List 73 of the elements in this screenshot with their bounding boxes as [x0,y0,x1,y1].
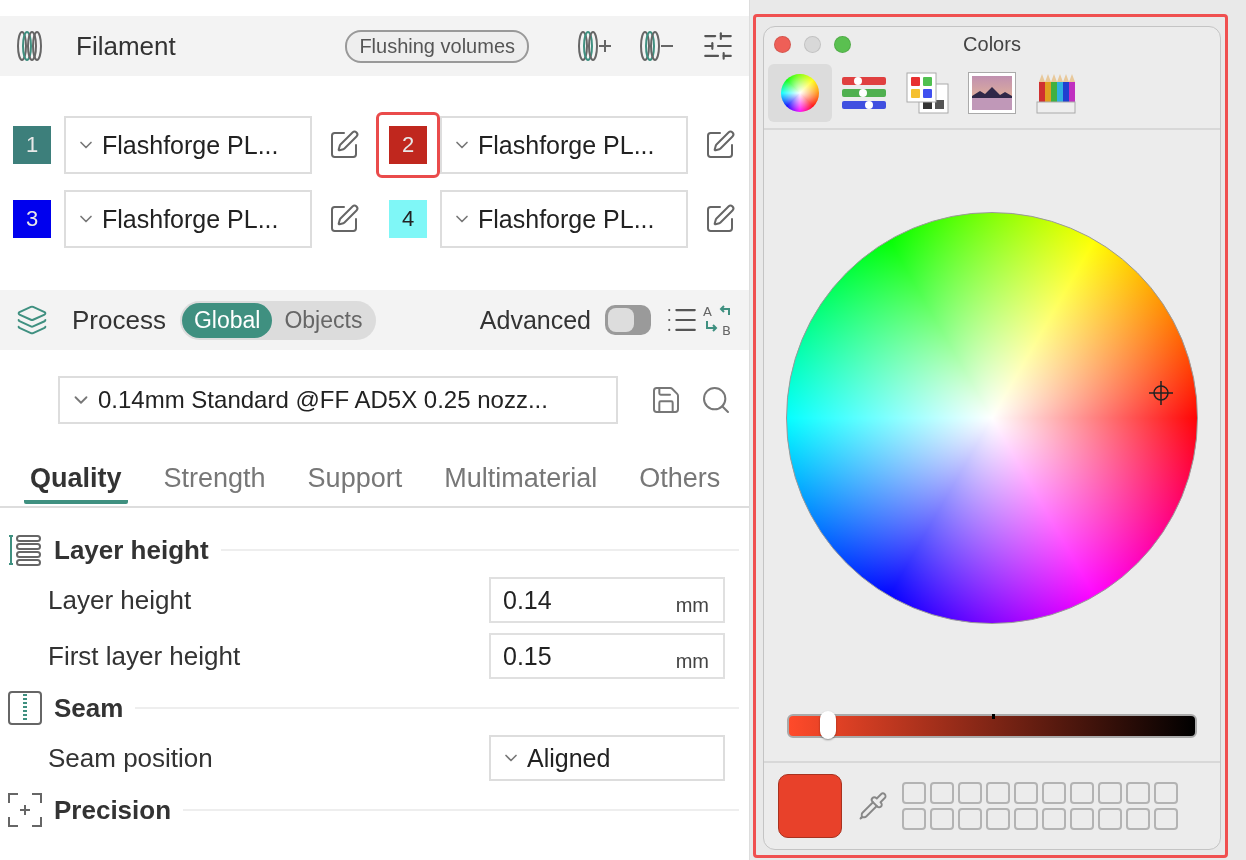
advanced-label: Advanced [479,305,591,335]
group-heading: Layer height [54,534,209,566]
filament-dropdown[interactable]: Flashforge PL... [440,190,688,248]
number-field[interactable]: 0.14 mm [489,577,725,623]
empty-swatch[interactable] [958,782,982,804]
empty-swatch[interactable] [1014,782,1038,804]
section-title: Process [72,304,166,336]
group-heading: Precision [54,794,172,826]
eyedropper-icon[interactable] [858,791,888,821]
filament-color-badge[interactable]: 3 [13,200,51,238]
empty-swatch[interactable] [1126,782,1150,804]
slider-thumb[interactable] [819,711,836,739]
precision-icon [8,793,42,827]
option-label: Seam position [48,742,213,774]
crosshair-icon [1149,381,1173,405]
settings-icon[interactable] [701,29,735,63]
empty-swatch[interactable] [902,782,926,804]
filament-dropdown[interactable]: Flashforge PL... [64,116,312,174]
option-label: Layer height [48,584,192,616]
pencils-icon [1036,72,1076,114]
remove-spool-icon[interactable] [639,30,675,62]
landscape-image-icon [968,72,1016,114]
search-icon[interactable] [700,384,732,416]
window-title: Colors [963,32,1021,56]
empty-swatch[interactable] [1098,782,1122,804]
current-color-swatch[interactable] [778,774,842,838]
filament-dropdown[interactable]: Flashforge PL... [440,116,688,174]
scope-option[interactable]: Objects [272,302,375,338]
empty-swatch[interactable] [930,782,954,804]
section-title: Filament [76,30,176,62]
empty-swatch[interactable] [1070,782,1094,804]
filament-color-badge[interactable]: 1 [13,126,51,164]
filament-color-badge[interactable]: 2 [389,126,427,164]
scope-option[interactable]: Global [181,302,273,338]
add-spool-icon[interactable] [577,30,613,62]
save-icon[interactable] [650,384,682,416]
empty-swatch[interactable] [1154,782,1178,804]
minimize-button[interactable] [804,36,821,53]
seam-icon [8,691,42,725]
filament-dropdown[interactable]: Flashforge PL... [64,190,312,248]
settings-tab[interactable]: Multimaterial [438,456,604,504]
sliders-icon [841,74,887,112]
option-label: First layer height [48,640,241,672]
empty-swatch[interactable] [1070,808,1094,830]
empty-swatch[interactable] [930,808,954,830]
option-dropdown[interactable]: Aligned [489,735,725,781]
settings-tab[interactable]: Support [301,456,409,504]
settings-tab[interactable]: Quality [24,456,128,504]
empty-swatch[interactable] [1154,808,1178,830]
zoom-button[interactable] [834,36,851,53]
empty-swatch[interactable] [1098,808,1122,830]
group-heading: Seam [54,692,124,724]
layer-stack-icon [8,533,42,567]
empty-swatch[interactable] [986,808,1010,830]
advanced-switch[interactable] [605,305,651,335]
settings-tab[interactable]: Others [633,456,727,504]
number-field[interactable]: 0.15 mm [489,633,725,679]
empty-swatch[interactable] [1014,808,1038,830]
empty-swatch[interactable] [902,808,926,830]
empty-swatch[interactable] [1126,808,1150,830]
empty-swatch[interactable] [1042,782,1066,804]
empty-swatch[interactable] [1042,808,1066,830]
brightness-slider[interactable] [787,714,1197,738]
layers-icon [16,304,48,336]
empty-swatch[interactable] [986,782,1010,804]
process-preset-dropdown[interactable]: 0.14mm Standard @FF AD5X 0.25 nozz... [58,376,618,424]
color-wheel-icon [781,74,819,112]
empty-swatch[interactable] [958,808,982,830]
settings-tab[interactable]: Strength [157,456,272,504]
palette-grid-icon [906,72,950,114]
flushing-volumes-button[interactable]: Flushing volumes [345,29,529,63]
filament-color-badge[interactable]: 4 [389,200,427,238]
close-button[interactable] [774,36,791,53]
